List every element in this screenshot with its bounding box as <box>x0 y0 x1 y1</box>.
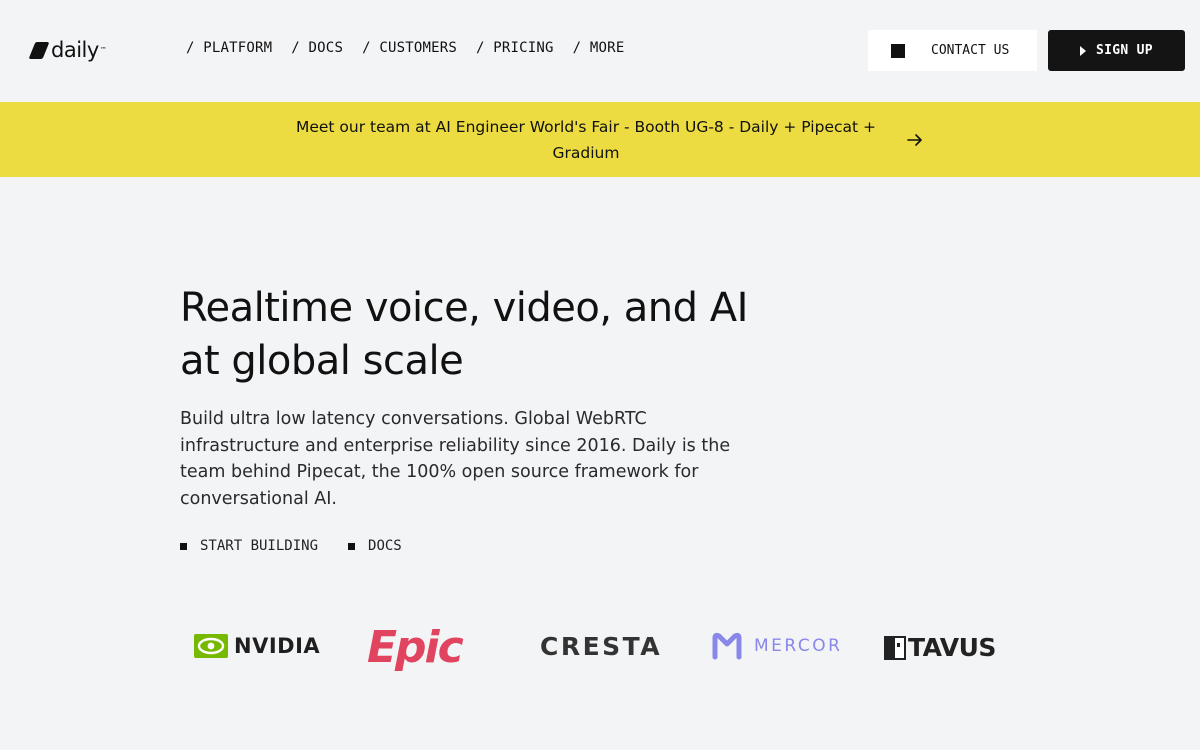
bullet-square-icon <box>180 542 187 550</box>
daily-logo-mark-icon <box>28 41 50 59</box>
start-building-link[interactable]: START BUILDING <box>180 538 318 554</box>
sign-up-label: SIGN UP <box>1096 43 1153 58</box>
cresta-wordmark: CRESTA <box>540 632 663 661</box>
daily-logo[interactable]: daily ™ <box>28 36 107 64</box>
nav-docs[interactable]: / DOCS <box>291 40 343 56</box>
nvidia-wordmark: NVIDIA <box>234 634 321 658</box>
contact-us-button[interactable]: CONTACT US <box>868 30 1037 71</box>
bullet-square-icon <box>348 542 356 550</box>
hero-docs-link[interactable]: DOCS <box>348 538 402 554</box>
banner-text: Meet our team at AI Engineer World's Fai… <box>295 117 876 162</box>
mercor-logo: MERCOR <box>712 632 842 660</box>
tavus-face-icon <box>884 635 906 660</box>
main-nav: / PLATFORM / DOCS / CUSTOMERS / PRICING … <box>186 40 643 56</box>
nav-more[interactable]: / MORE <box>573 40 625 56</box>
logo-trademark: ™ <box>99 46 107 54</box>
play-icon <box>1080 45 1087 56</box>
epic-wordmark: Epic <box>367 622 464 673</box>
tavus-wordmark: TAVUS <box>908 633 996 662</box>
sign-up-button[interactable]: SIGN UP <box>1048 30 1185 71</box>
hero-docs-label: DOCS <box>368 538 402 554</box>
epic-logo: Epic <box>367 622 464 673</box>
cresta-logo: CRESTA <box>540 632 662 661</box>
announcement-banner[interactable]: Meet our team at AI Engineer World's Fai… <box>0 102 1200 177</box>
start-building-label: START BUILDING <box>200 538 319 554</box>
contact-us-label: CONTACT US <box>931 43 1010 58</box>
nav-customers[interactable]: / CUSTOMERS <box>362 40 457 56</box>
hero-actions: START BUILDING DOCS <box>180 538 432 554</box>
nvidia-logo: NVIDIA <box>194 634 320 658</box>
customer-logos: NVIDIA Epic CRESTA MERCOR TAVUS <box>194 622 1014 677</box>
nvidia-eye-icon <box>194 634 228 658</box>
mercor-m-icon <box>712 632 742 660</box>
arrow-right-icon <box>907 133 922 146</box>
nav-platform[interactable]: / PLATFORM <box>186 40 272 56</box>
hero-description: Build ultra low latency conversations. G… <box>180 409 731 509</box>
site-header: daily ™ / PLATFORM / DOCS / CUSTOMERS / … <box>0 0 1200 102</box>
tavus-logo: TAVUS <box>884 633 996 662</box>
logo-text: daily <box>51 38 99 62</box>
hero-title: Realtime voice, video, and AI at global … <box>180 285 748 384</box>
nav-pricing[interactable]: / PRICING <box>476 40 554 56</box>
mercor-wordmark: MERCOR <box>754 636 843 656</box>
square-icon <box>891 43 905 58</box>
